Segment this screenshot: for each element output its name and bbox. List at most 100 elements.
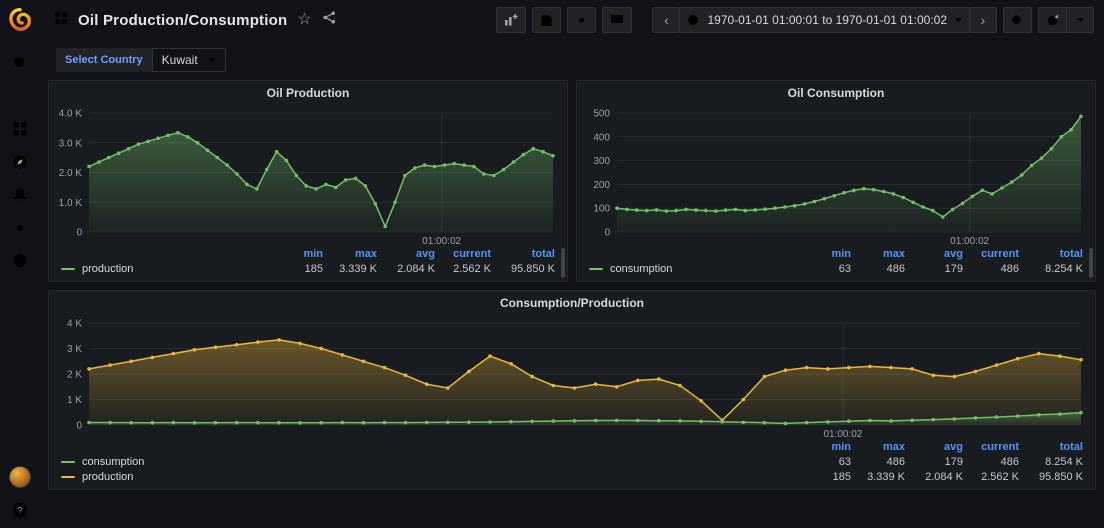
legend: min max avg current total consumption 63… [49,441,1095,489]
svg-text:0: 0 [604,228,610,239]
refresh-button[interactable] [1038,7,1067,33]
navbar-right: ‹ 1970-01-01 01:00:01 to 1970-01-01 01:0… [496,7,1094,33]
legend: min max avg current total consumption 63… [577,248,1095,281]
save-dashboard-button[interactable] [532,7,562,33]
legend-value-max: 3.339 K [867,471,905,483]
legend-header-max[interactable]: max [851,441,905,453]
legend-value-avg: 179 [944,456,963,468]
legend-scrollbar[interactable] [1089,248,1093,278]
legend-series-consumption[interactable]: consumption [589,263,803,275]
dashboard-settings-button[interactable] [567,7,597,33]
legend-series-label: production [82,471,134,483]
bell-icon [14,188,26,202]
time-shift-forward-button[interactable]: › [969,7,997,33]
legend-header-current[interactable]: current [435,248,491,260]
share-icon[interactable] [322,10,337,30]
chevron-down-icon [955,18,962,22]
legend-series-label: production [82,263,134,275]
zoom-out-button[interactable] [1003,7,1032,33]
view-mode-button[interactable] [602,7,633,33]
user-avatar[interactable] [9,466,31,488]
time-range-text: 1970-01-01 01:00:01 to 1970-01-01 01:00:… [707,13,947,27]
legend-header-min[interactable]: min [275,248,323,260]
save-icon [541,14,553,26]
chart-area: 0 1.0 K 2.0 K 3.0 K 4.0 K 01:00:02 [49,105,567,248]
time-shift-back-button[interactable]: ‹ [652,7,681,33]
chevron-right-icon: › [980,12,986,28]
panel-row-bottom: Consumption/Production 0 1 K 2 K 3 K 4 K 01:0… [48,290,1096,490]
navbar: Oil Production/Consumption ☆ ‹ 1970-01-0… [40,0,1104,40]
legend-series-production[interactable]: production [61,471,803,483]
oil-production-chart[interactable]: 0 1.0 K 2.0 K 3.0 K 4.0 K 01:00:02 [49,105,567,248]
time-range-picker-button[interactable]: 1970-01-01 01:00:01 to 1970-01-01 01:00:… [679,7,970,33]
panel-title[interactable]: Consumption/Production [49,291,1095,315]
svg-text:2.0 K: 2.0 K [59,168,83,179]
legend-value-min: 63 [838,263,851,275]
svg-text:?: ? [17,505,22,516]
svg-text:400: 400 [593,132,610,143]
star-icon[interactable]: ☆ [297,12,311,28]
series-color-dash [61,476,75,478]
legend-series-production[interactable]: production [61,263,275,275]
legend-scrollbar[interactable] [561,248,565,278]
refresh-interval-dropdown[interactable] [1066,7,1094,33]
legend-header-current[interactable]: current [963,441,1019,453]
gear-icon [579,17,585,23]
svg-text:2 K: 2 K [67,370,82,381]
legend-header-max[interactable]: max [323,248,377,260]
sidebar-item-dashboards[interactable] [10,119,30,139]
dashboard-title[interactable]: Oil Production/Consumption [78,12,287,29]
legend-header-total[interactable]: total [1019,441,1083,453]
chevron-left-icon: ‹ [664,12,669,28]
legend-header-total[interactable]: total [1019,248,1083,260]
legend-value-min: 185 [304,263,323,275]
legend-series-consumption[interactable]: consumption [61,456,803,468]
legend-series-label: consumption [610,263,673,275]
legend-header-avg[interactable]: avg [905,441,963,453]
legend-value-min: 185 [832,471,851,483]
legend-header-avg[interactable]: avg [905,248,963,260]
legend-header-min[interactable]: min [803,441,851,453]
plus-icon [11,87,29,105]
legend-header-max[interactable]: max [851,248,905,260]
svg-text:4.0 K: 4.0 K [59,109,83,120]
sidebar-item-create[interactable] [10,86,30,106]
legend-value-total: 8.254 K [1045,456,1083,468]
legend-header-avg[interactable]: avg [377,248,435,260]
svg-text:1.0 K: 1.0 K [59,198,83,209]
shield-icon [14,254,26,268]
sidebar-item-server-admin[interactable] [10,251,30,271]
legend-value-current: 486 [1000,456,1019,468]
legend-series-label: consumption [82,456,145,468]
sidebar-item-search[interactable] [10,53,30,73]
sidebar-nav [10,53,30,271]
submenu: Select Country Kuwait [40,40,1104,80]
panel-oil-production: Oil Production 0 1.0 K 2.0 K 3.0 K 4.0 K 01:0… [48,80,568,282]
panel-title[interactable]: Oil Consumption [577,81,1095,105]
legend-value-current: 486 [1000,263,1019,275]
country-dropdown[interactable]: Kuwait [151,48,226,72]
svg-text:300: 300 [593,156,610,167]
sidebar-item-configuration[interactable] [10,218,30,238]
series-color-dash [61,268,75,270]
legend-header-current[interactable]: current [963,248,1019,260]
dashboards-grid-icon [13,122,27,136]
legend-header-total[interactable]: total [491,248,555,260]
oil-consumption-chart[interactable]: 0 100 200 300 400 500 01:00:02 [577,105,1095,248]
grafana-logo[interactable] [7,7,33,33]
sidebar: ? [0,0,40,528]
main-column: Oil Production/Consumption ☆ ‹ 1970-01-0… [40,0,1104,528]
refresh-icon [1047,14,1059,25]
panel-consumption-production: Consumption/Production 0 1 K 2 K 3 K 4 K 01:0… [48,290,1096,490]
add-panel-button[interactable] [496,7,527,33]
sidebar-item-alerting[interactable] [10,185,30,205]
panel-title[interactable]: Oil Production [49,81,567,105]
legend-value-avg: 2.084 K [397,263,435,275]
legend-value-min: 63 [838,456,851,468]
dashboard-grid: Oil Production 0 1.0 K 2.0 K 3.0 K 4.0 K 01:0… [40,80,1104,528]
legend-header-min[interactable]: min [803,248,851,260]
sidebar-item-help[interactable]: ? [10,500,30,520]
svg-text:3.0 K: 3.0 K [59,138,83,149]
sidebar-item-explore[interactable] [10,152,30,172]
consumption-production-chart[interactable]: 0 1 K 2 K 3 K 4 K 01:00:02 [49,315,1095,441]
